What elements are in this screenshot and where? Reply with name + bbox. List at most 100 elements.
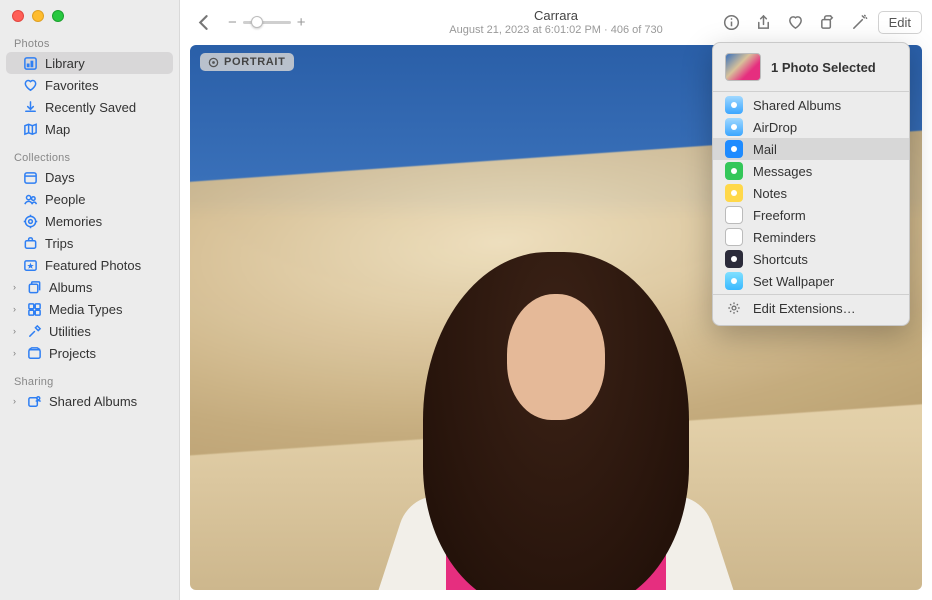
chevron-right-icon: › bbox=[10, 348, 19, 358]
sidebar-item-label: Recently Saved bbox=[45, 100, 169, 115]
sidebar-item-featured-photos[interactable]: Featured Photos bbox=[0, 254, 179, 276]
toolbar-left: − + bbox=[190, 10, 306, 36]
share-item-freeform[interactable]: Freeform bbox=[713, 204, 909, 226]
share-button[interactable] bbox=[750, 10, 778, 36]
sidebar-item-label: Featured Photos bbox=[45, 258, 169, 273]
sidebar-item-label: Days bbox=[45, 170, 169, 185]
zoom-slider[interactable]: − + bbox=[228, 14, 306, 31]
share-item-label: Shortcuts bbox=[753, 252, 808, 267]
sidebar-item-label: Projects bbox=[49, 346, 169, 361]
sidebar-item-label: Trips bbox=[45, 236, 169, 251]
portrait-badge: PORTRAIT bbox=[200, 53, 294, 71]
sidebar-item-favorites[interactable]: Favorites bbox=[0, 74, 179, 96]
chevron-right-icon: › bbox=[10, 396, 19, 406]
share-item-reminders[interactable]: Reminders bbox=[713, 226, 909, 248]
divider bbox=[713, 91, 909, 92]
share-item-edit-extensions[interactable]: Edit Extensions… bbox=[713, 297, 909, 319]
share-popover-title: 1 Photo Selected bbox=[771, 60, 876, 75]
share-item-airdrop[interactable]: AirDrop bbox=[713, 116, 909, 138]
app-icon bbox=[725, 96, 743, 114]
chevron-right-icon: › bbox=[10, 326, 19, 336]
app-icon bbox=[725, 118, 743, 136]
window-controls bbox=[0, 0, 179, 28]
minimize-window-button[interactable] bbox=[32, 10, 44, 22]
map-icon bbox=[22, 121, 38, 137]
info-button[interactable] bbox=[718, 10, 746, 36]
sidebar-section-photos: Photos Library Favorites Recently Saved Map bbox=[0, 28, 179, 142]
sidebar-item-label: Shared Albums bbox=[49, 394, 169, 409]
heart-icon bbox=[22, 77, 38, 93]
share-item-label: Messages bbox=[753, 164, 812, 179]
sidebar-item-label: Media Types bbox=[49, 302, 169, 317]
divider bbox=[713, 294, 909, 295]
sidebar-item-label: Memories bbox=[45, 214, 169, 229]
enhance-button[interactable] bbox=[846, 10, 874, 36]
sidebar-item-label: Library bbox=[45, 56, 163, 71]
app-icon bbox=[725, 250, 743, 268]
back-button[interactable] bbox=[190, 10, 218, 36]
fullscreen-window-button[interactable] bbox=[52, 10, 64, 22]
utilities-icon bbox=[26, 323, 42, 339]
sidebar-section-collections: Collections Days People Memories Trips Featu… bbox=[0, 142, 179, 366]
share-item-notes[interactable]: Notes bbox=[713, 182, 909, 204]
save-icon bbox=[22, 99, 38, 115]
sidebar-item-shared-albums[interactable]: › Shared Albums bbox=[0, 390, 179, 412]
share-item-label: Set Wallpaper bbox=[753, 274, 834, 289]
calendar-icon bbox=[22, 169, 38, 185]
app-icon bbox=[725, 162, 743, 180]
sidebar-item-days[interactable]: Days bbox=[0, 166, 179, 188]
share-item-shortcuts[interactable]: Shortcuts bbox=[713, 248, 909, 270]
sidebar-item-people[interactable]: People bbox=[0, 188, 179, 210]
sidebar-item-map[interactable]: Map bbox=[0, 118, 179, 140]
app-icon bbox=[725, 140, 743, 158]
zoom-out-icon: − bbox=[228, 14, 237, 31]
share-item-shared-albums[interactable]: Shared Albums bbox=[713, 94, 909, 116]
favorite-button[interactable] bbox=[782, 10, 810, 36]
app-icon bbox=[725, 184, 743, 202]
sidebar-item-library[interactable]: Library bbox=[6, 52, 173, 74]
chevron-right-icon: › bbox=[10, 304, 19, 314]
share-item-messages[interactable]: Messages bbox=[713, 160, 909, 182]
sidebar-item-memories[interactable]: Memories bbox=[0, 210, 179, 232]
share-item-label: Edit Extensions… bbox=[753, 301, 856, 316]
sidebar: Photos Library Favorites Recently Saved Map… bbox=[0, 0, 180, 600]
shared-albums-icon bbox=[26, 393, 42, 409]
rotate-button[interactable] bbox=[814, 10, 842, 36]
share-popover-header: 1 Photo Selected bbox=[713, 49, 909, 89]
sidebar-item-projects[interactable]: › Projects bbox=[0, 342, 179, 364]
sidebar-item-label: Map bbox=[45, 122, 169, 137]
sidebar-item-trips[interactable]: Trips bbox=[0, 232, 179, 254]
photo-subtitle: August 21, 2023 at 6:01:02 PM · 406 of 7… bbox=[449, 24, 662, 37]
library-icon bbox=[22, 55, 38, 71]
gear-icon bbox=[725, 301, 743, 315]
sidebar-item-label: Albums bbox=[49, 280, 169, 295]
close-window-button[interactable] bbox=[12, 10, 24, 22]
sidebar-header-photos: Photos bbox=[0, 34, 179, 52]
photo-title: Carrara bbox=[449, 8, 662, 24]
zoom-in-icon: + bbox=[297, 14, 306, 31]
edit-button[interactable]: Edit bbox=[878, 11, 922, 34]
app-icon bbox=[725, 272, 743, 290]
mediatypes-icon bbox=[26, 301, 42, 317]
share-item-label: Notes bbox=[753, 186, 787, 201]
trips-icon bbox=[22, 235, 38, 251]
sidebar-item-recently-saved[interactable]: Recently Saved bbox=[0, 96, 179, 118]
albums-icon bbox=[26, 279, 42, 295]
sidebar-item-label: Utilities bbox=[49, 324, 169, 339]
projects-icon bbox=[26, 345, 42, 361]
sidebar-item-media-types[interactable]: › Media Types bbox=[0, 298, 179, 320]
memories-icon bbox=[22, 213, 38, 229]
share-item-set-wallpaper[interactable]: Set Wallpaper bbox=[713, 270, 909, 292]
share-item-label: Freeform bbox=[753, 208, 806, 223]
share-item-label: Mail bbox=[753, 142, 777, 157]
sidebar-item-albums[interactable]: › Albums bbox=[0, 276, 179, 298]
sidebar-section-sharing: Sharing ›Shared Albums bbox=[0, 366, 179, 414]
chevron-right-icon: › bbox=[10, 282, 19, 292]
main-content: − + Carrara August 21, 2023 at 6:01:02 P… bbox=[180, 0, 932, 600]
share-item-label: Reminders bbox=[753, 230, 816, 245]
toolbar-title-area: Carrara August 21, 2023 at 6:01:02 PM · … bbox=[449, 8, 662, 37]
sidebar-item-label: Favorites bbox=[45, 78, 169, 93]
share-item-mail[interactable]: Mail bbox=[713, 138, 909, 160]
sidebar-item-utilities[interactable]: › Utilities bbox=[0, 320, 179, 342]
sidebar-header-collections: Collections bbox=[0, 148, 179, 166]
